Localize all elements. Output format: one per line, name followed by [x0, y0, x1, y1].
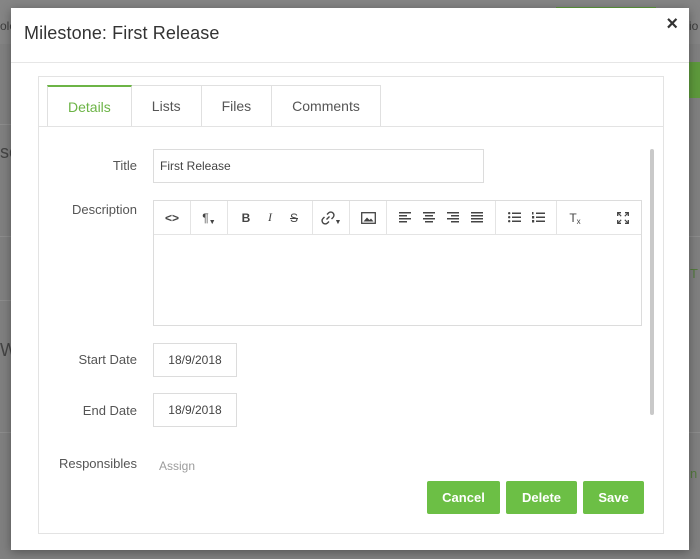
toolbar-group-list: [496, 201, 557, 234]
save-button[interactable]: Save: [583, 481, 644, 514]
align-right-glyph: [446, 212, 459, 223]
strikethrough-icon[interactable]: S: [282, 206, 306, 230]
end-date-input[interactable]: 18/9/2018: [153, 393, 237, 427]
title-label: Title: [112, 158, 137, 173]
tab-comments[interactable]: Comments: [272, 85, 381, 127]
paragraph-icon[interactable]: ¶ ▼: [197, 206, 221, 230]
toolbar-group-paragraph: ¶ ▼: [191, 201, 228, 234]
title-input[interactable]: First Release: [153, 149, 484, 183]
align-right-icon[interactable]: [441, 206, 465, 230]
editor-content-area[interactable]: [154, 234, 641, 325]
start-date-input[interactable]: 18/9/2018: [153, 343, 237, 377]
toolbar-group-align: [387, 201, 496, 234]
link-icon[interactable]: ▼: [319, 206, 343, 230]
toolbar-group-link: ▼: [313, 201, 350, 234]
background-divider: [689, 432, 700, 433]
description-label: Description: [71, 202, 137, 217]
link-glyph: [320, 210, 335, 225]
clear-format-subscript: x: [576, 217, 581, 226]
align-center-glyph: [422, 212, 435, 223]
chevron-down-icon: ▼: [334, 218, 342, 226]
tab-divider: [39, 126, 663, 127]
background-text: n: [690, 466, 698, 481]
image-glyph: [360, 211, 376, 224]
clear-format-glyph: T: [569, 210, 577, 225]
align-justify-glyph: [470, 212, 483, 223]
image-icon[interactable]: [356, 206, 380, 230]
tab-files[interactable]: Files: [201, 85, 273, 127]
delete-button[interactable]: Delete: [506, 481, 577, 514]
description-editor: <> ¶ ▼ B I S ▼ T x: [153, 200, 642, 326]
background-button: [689, 62, 700, 98]
italic-icon[interactable]: I: [258, 206, 282, 230]
fullscreen-icon[interactable]: [611, 206, 635, 230]
background-text: io: [689, 19, 699, 33]
modal-title-divider: [11, 62, 689, 63]
background-divider: [689, 236, 700, 237]
assign-input[interactable]: Assign: [159, 459, 195, 473]
toolbar-group-code: <>: [154, 201, 191, 234]
toolbar-group-text-style: B I S: [228, 201, 313, 234]
tab-lists[interactable]: Lists: [131, 85, 202, 127]
tab-bar: Details Lists Files Comments: [47, 85, 381, 127]
details-panel: Details Lists Files Comments Title First…: [38, 76, 664, 534]
background-text: T: [690, 266, 698, 281]
toolbar-group-fullscreen: [605, 201, 641, 234]
toolbar-group-clear: Tx: [557, 201, 593, 234]
align-justify-icon[interactable]: [465, 206, 489, 230]
milestone-modal: Milestone: First Release × Details Lists…: [11, 8, 689, 550]
modal-title: Milestone: First Release: [24, 23, 220, 43]
bullet-list-glyph: [507, 212, 521, 223]
cancel-button[interactable]: Cancel: [427, 481, 500, 514]
editor-toolbar: <> ¶ ▼ B I S ▼ T x: [154, 201, 641, 235]
end-date-label: End Date: [82, 403, 137, 418]
responsibles-label: Responsibles: [58, 456, 137, 471]
align-left-icon[interactable]: [393, 206, 417, 230]
bold-icon[interactable]: B: [234, 206, 258, 230]
clear-format-icon[interactable]: Tx: [563, 206, 587, 230]
toolbar-group-image: [350, 201, 387, 234]
numbered-list-icon[interactable]: [526, 206, 550, 230]
align-center-icon[interactable]: [417, 206, 441, 230]
close-icon[interactable]: ×: [666, 14, 678, 34]
panel-scrollbar[interactable]: [650, 149, 654, 415]
chevron-down-icon: ▼: [208, 218, 216, 226]
numbered-list-glyph: [531, 212, 545, 223]
tab-details[interactable]: Details: [47, 85, 132, 127]
bullet-list-icon[interactable]: [502, 206, 526, 230]
code-view-icon[interactable]: <>: [160, 206, 184, 230]
fullscreen-glyph: [617, 211, 629, 224]
align-left-glyph: [398, 212, 411, 223]
start-date-label: Start Date: [78, 352, 137, 367]
